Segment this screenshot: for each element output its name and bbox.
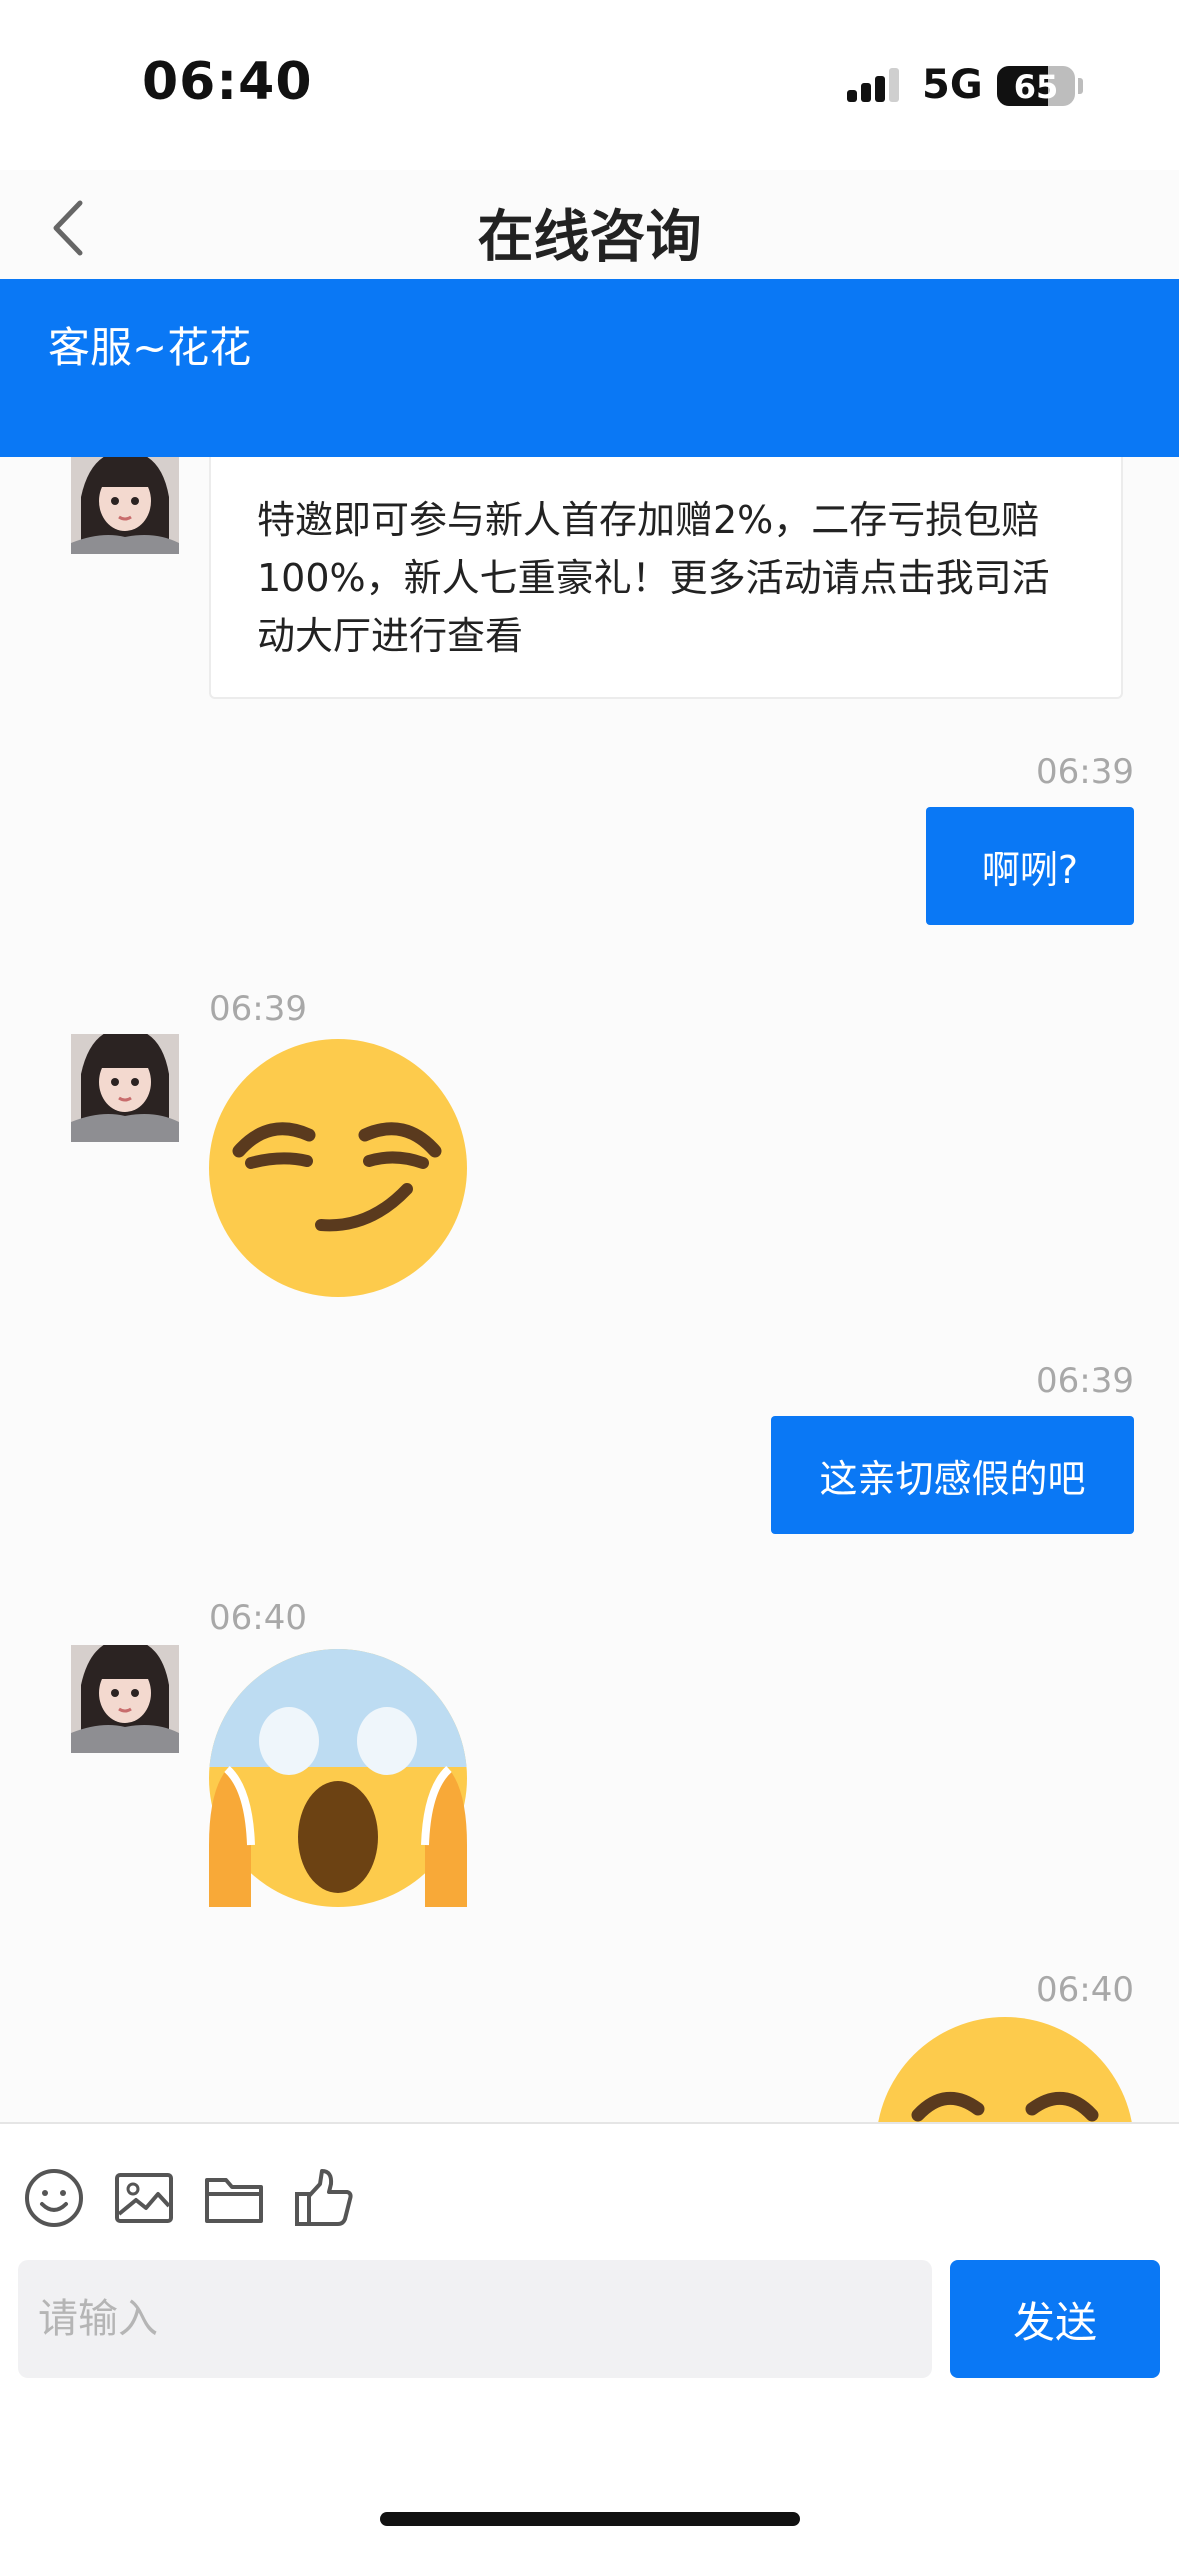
battery-percent: 65 bbox=[1013, 68, 1059, 106]
agent-avatar[interactable] bbox=[71, 1645, 179, 1753]
message-list[interactable]: 特邀即可参与新人首存加赠2%，二存亏损包赔 100%，新人七重豪礼！更多活动请点… bbox=[0, 457, 1179, 2122]
avatar-image bbox=[71, 1645, 179, 1753]
screaming-face-emoji bbox=[209, 1649, 467, 1907]
smile-icon[interactable] bbox=[22, 2166, 86, 2230]
image-icon[interactable] bbox=[112, 2166, 176, 2230]
message-line: 100%，新人七重豪礼！更多活动请点击我司活 bbox=[257, 556, 1050, 600]
folder-icon[interactable] bbox=[202, 2166, 266, 2230]
message-line: 动大厅进行查看 bbox=[257, 614, 524, 658]
page-title: 在线咨询 bbox=[477, 205, 702, 270]
agent-name: 客服~花花 bbox=[48, 323, 252, 372]
message-timestamp: 06:39 bbox=[209, 989, 307, 1029]
home-indicator[interactable] bbox=[380, 2512, 800, 2526]
message-bubble-user: 这亲切感假的吧 bbox=[771, 1416, 1134, 1534]
status-bar: 06:40 5G 65 bbox=[0, 0, 1179, 170]
send-button[interactable]: 发送 bbox=[950, 2260, 1160, 2378]
message-input[interactable] bbox=[18, 2260, 932, 2378]
message-timestamp: 06:40 bbox=[209, 1598, 307, 1638]
message-timestamp: 06:39 bbox=[1036, 1361, 1134, 1401]
battery-icon: 65 bbox=[997, 66, 1075, 106]
avatar-image bbox=[71, 1034, 179, 1142]
agent-avatar[interactable] bbox=[71, 1034, 179, 1142]
battery-nub bbox=[1078, 78, 1083, 94]
message-line: 特邀即可参与新人首存加赠2%，二存亏损包赔 bbox=[257, 498, 1040, 542]
smiling-face-emoji bbox=[878, 2017, 1132, 2122]
network-type: 5G bbox=[922, 62, 983, 108]
message-bubble-agent: 特邀即可参与新人首存加赠2%，二存亏损包赔 100%，新人七重豪礼！更多活动请点… bbox=[209, 457, 1123, 699]
message-bubble-user: 啊咧? bbox=[926, 807, 1134, 925]
smirking-face-emoji bbox=[209, 1039, 467, 1297]
avatar-image bbox=[71, 457, 179, 554]
message-timestamp: 06:39 bbox=[1036, 752, 1134, 792]
cellular-signal-icon bbox=[847, 68, 899, 102]
status-time: 06:40 bbox=[142, 52, 313, 112]
thumbs-up-icon[interactable] bbox=[292, 2166, 356, 2230]
agent-avatar[interactable] bbox=[71, 457, 179, 554]
message-timestamp: 06:40 bbox=[1036, 1970, 1134, 2010]
chat-screen: 06:40 5G 65 在线咨询 客服~花花 特邀即可参与新人首存加赠2%，二存… bbox=[0, 0, 1179, 2556]
